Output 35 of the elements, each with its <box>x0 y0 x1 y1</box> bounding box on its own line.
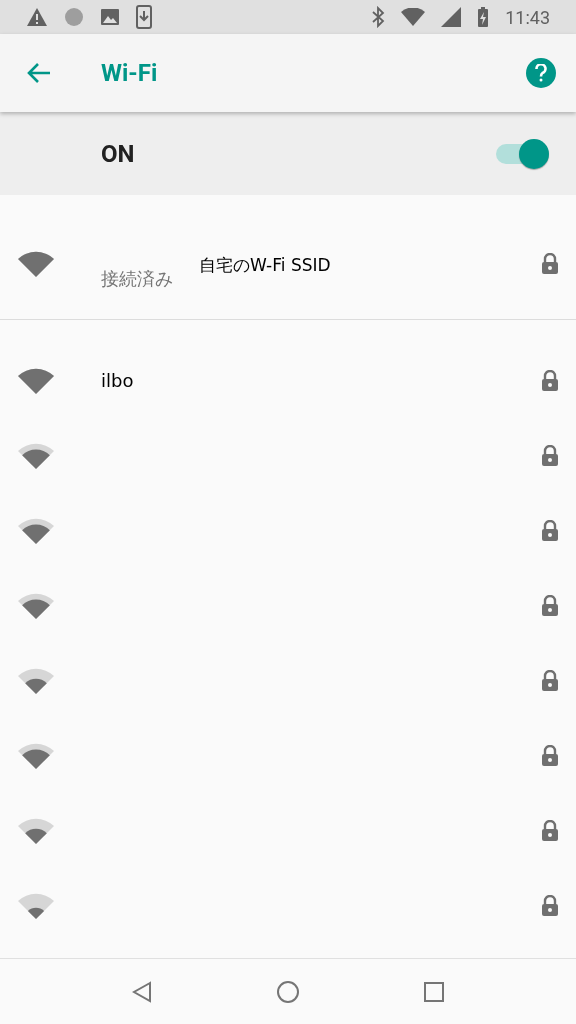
switch-label: ON <box>101 138 136 170</box>
wifi-icon <box>401 8 426 26</box>
cell-signal-icon <box>441 7 462 27</box>
network-name: 自宅のW-Fi SSID <box>199 253 331 277</box>
help-button[interactable] <box>526 58 556 88</box>
help-icon <box>535 64 547 82</box>
back-nav-button[interactable] <box>132 980 152 1003</box>
circle-home-icon <box>276 979 300 1004</box>
wifi-signal-icon <box>17 441 55 470</box>
wifi-signal-icon <box>17 741 55 770</box>
wifi-signal-icon <box>17 666 55 695</box>
page-title: Wi-Fi <box>101 58 159 89</box>
bluetooth-icon <box>371 6 386 28</box>
clock: 11:43 <box>505 5 550 30</box>
wifi-signal-icon <box>17 816 55 845</box>
connection-status: 接続済み <box>101 267 173 292</box>
wifi-signal-icon <box>17 591 55 620</box>
recents-button[interactable] <box>424 981 444 1002</box>
download-icon <box>136 5 152 29</box>
wifi-signal-icon <box>17 516 55 545</box>
image-icon <box>100 8 120 26</box>
connected-network-row[interactable]: 接続済み 自宅のW-Fi SSID <box>0 208 576 320</box>
wifi-signal-icon <box>17 891 55 920</box>
circle-icon <box>64 7 84 27</box>
square-recents-icon <box>424 981 444 1002</box>
battery-icon <box>477 6 490 28</box>
wifi-signal-icon <box>17 249 55 278</box>
wifi-toggle[interactable] <box>494 137 550 170</box>
back-arrow-icon <box>26 62 52 84</box>
warning-icon <box>26 7 48 27</box>
network-name: ilbo <box>101 370 134 391</box>
network-row[interactable]: ilbo <box>0 343 576 418</box>
home-button[interactable] <box>276 979 300 1004</box>
triangle-back-icon <box>132 980 152 1003</box>
wifi-signal-icon <box>17 366 55 395</box>
